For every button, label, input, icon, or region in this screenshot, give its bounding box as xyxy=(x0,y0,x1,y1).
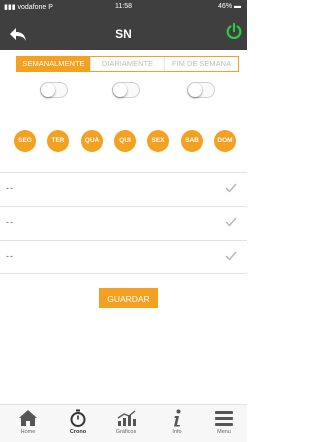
tabbar-item-menu[interactable]: Menu xyxy=(204,408,244,442)
tabbar-item-crono[interactable]: Crono xyxy=(58,408,98,442)
time-value: -- xyxy=(6,251,14,261)
status-time: 11:58 xyxy=(115,3,132,10)
day-sex[interactable]: SEX xyxy=(147,130,169,152)
day-ter[interactable]: TER xyxy=(47,130,69,152)
save-button[interactable]: GUARDAR xyxy=(99,288,158,308)
tab-semanalmente[interactable]: SEMANALMENTE xyxy=(17,57,91,71)
tab-diariamente[interactable]: DIARIAMENTE xyxy=(91,57,165,71)
toggle-semanalmente[interactable] xyxy=(40,82,68,98)
tabbar-item-info[interactable]: Info xyxy=(157,408,197,442)
day-sab[interactable]: SAB xyxy=(181,130,203,152)
check-icon[interactable] xyxy=(224,215,238,229)
toggle-fim-de-semana[interactable] xyxy=(187,82,215,98)
menu-icon xyxy=(215,411,233,426)
time-value: -- xyxy=(6,217,14,227)
bottom-tab-bar: Home Crono Gráficos Info Menu xyxy=(0,404,247,442)
stopwatch-icon xyxy=(70,409,86,427)
toggle-knob xyxy=(41,83,55,97)
status-battery: 46% ▬ xyxy=(218,3,241,10)
day-qui[interactable]: QUI xyxy=(114,130,136,152)
page-title: SN xyxy=(115,27,132,41)
time-row-1[interactable]: -- xyxy=(0,172,247,206)
info-icon xyxy=(174,409,181,427)
day-qua[interactable]: QUA xyxy=(81,130,103,152)
day-seg[interactable]: SEG xyxy=(14,130,36,152)
check-icon[interactable] xyxy=(224,249,238,263)
weekday-selector: SEG TER QUA QUI SEX SAB DOM xyxy=(14,130,236,152)
chart-icon xyxy=(117,410,136,426)
toggle-diariamente[interactable] xyxy=(112,82,140,98)
schedule-tabs: SEMANALMENTE DIARIAMENTE FIM DE SEMANA xyxy=(16,56,239,72)
day-dom[interactable]: DOM xyxy=(214,130,236,152)
toggle-knob xyxy=(113,83,127,97)
time-value: -- xyxy=(6,183,14,193)
home-icon xyxy=(19,410,37,426)
time-row-2[interactable]: -- xyxy=(0,206,247,240)
power-icon[interactable] xyxy=(225,22,243,40)
tabbar-item-home[interactable]: Home xyxy=(8,408,48,442)
toggle-knob xyxy=(188,83,202,97)
tab-fim-de-semana[interactable]: FIM DE SEMANA xyxy=(165,57,238,71)
tabbar-item-graficos[interactable]: Gráficos xyxy=(106,408,146,442)
time-row-3[interactable]: -- xyxy=(0,240,247,274)
check-icon[interactable] xyxy=(224,181,238,195)
battery-icon: ▬ xyxy=(234,3,241,10)
top-bar: ▮▮▮ vodafone P 11:58 46% ▬ SN xyxy=(0,0,247,50)
